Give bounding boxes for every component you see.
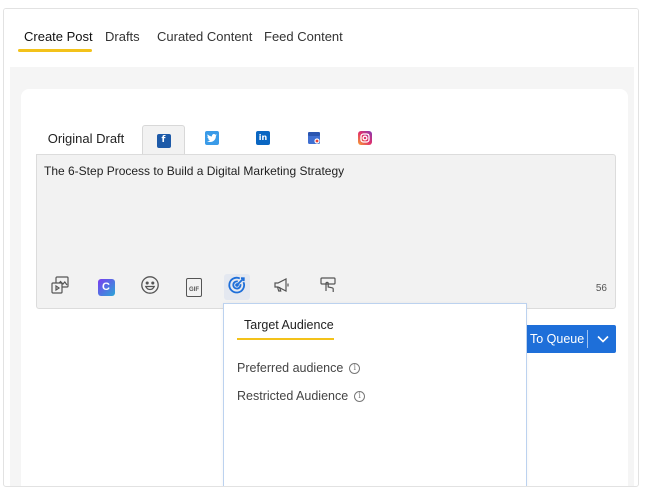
emoji-button[interactable] <box>137 274 163 300</box>
tab-facebook[interactable]: f <box>142 125 185 155</box>
canva-button[interactable]: C <box>93 274 119 300</box>
tab-google-business[interactable] <box>298 123 330 153</box>
top-tab-bar: Create Post Drafts Curated Content Feed … <box>4 9 638 67</box>
tab-curated-content[interactable]: Curated Content <box>157 29 252 44</box>
media-icon <box>50 275 70 300</box>
preferred-audience-option[interactable]: Preferred audience i <box>237 361 361 375</box>
google-business-icon <box>307 131 321 145</box>
post-composer-window: Create Post Drafts Curated Content Feed … <box>3 8 639 487</box>
tab-drafts[interactable]: Drafts <box>105 29 140 44</box>
gif-icon: GIF <box>186 277 202 297</box>
preferred-audience-label: Preferred audience <box>237 361 344 375</box>
facebook-icon: f <box>156 133 171 148</box>
popup-title: Target Audience <box>244 318 334 332</box>
gif-button[interactable]: GIF <box>181 274 207 300</box>
announcement-icon <box>272 275 292 300</box>
workspace: Original Draft f in The 6-Step Process t… <box>10 67 634 486</box>
info-icon[interactable]: i <box>354 390 366 402</box>
button-divider <box>587 330 588 348</box>
queue-button-label: To Queue <box>530 332 585 346</box>
tab-twitter[interactable] <box>196 123 228 153</box>
compose-card: Original Draft f in The 6-Step Process t… <box>21 89 628 486</box>
tab-original-draft[interactable]: Original Draft <box>41 123 131 153</box>
target-audience-icon <box>227 275 247 300</box>
chevron-down-icon[interactable] <box>594 330 612 348</box>
linkedin-icon: in <box>256 131 270 145</box>
target-audience-button[interactable] <box>224 274 250 300</box>
media-button[interactable] <box>47 274 73 300</box>
restricted-audience-label: Restricted Audience <box>237 389 349 403</box>
tab-feed-content[interactable]: Feed Content <box>264 29 343 44</box>
popup-title-underline <box>237 338 334 340</box>
tab-create-post[interactable]: Create Post <box>24 29 93 44</box>
post-editor[interactable]: The 6-Step Process to Build a Digital Ma… <box>36 154 616 309</box>
post-text[interactable]: The 6-Step Process to Build a Digital Ma… <box>44 164 344 178</box>
canva-icon: C <box>97 278 115 296</box>
restricted-audience-option[interactable]: Restricted Audience i <box>237 389 366 403</box>
hand-pointer-icon <box>318 275 338 300</box>
info-icon[interactable]: i <box>349 362 361 374</box>
target-audience-popup: Target Audience Preferred audience i Res… <box>223 303 527 486</box>
emoji-icon <box>140 275 160 300</box>
tab-instagram[interactable] <box>349 123 381 153</box>
instagram-icon <box>358 131 372 145</box>
character-count: 56 <box>595 283 607 294</box>
twitter-icon <box>205 131 219 145</box>
tab-linkedin[interactable]: in <box>247 123 279 153</box>
active-tab-indicator <box>18 49 92 52</box>
add-to-queue-button[interactable]: To Queue <box>525 325 616 353</box>
announcement-button[interactable] <box>269 274 295 300</box>
hand-pointer-button[interactable] <box>315 274 341 300</box>
